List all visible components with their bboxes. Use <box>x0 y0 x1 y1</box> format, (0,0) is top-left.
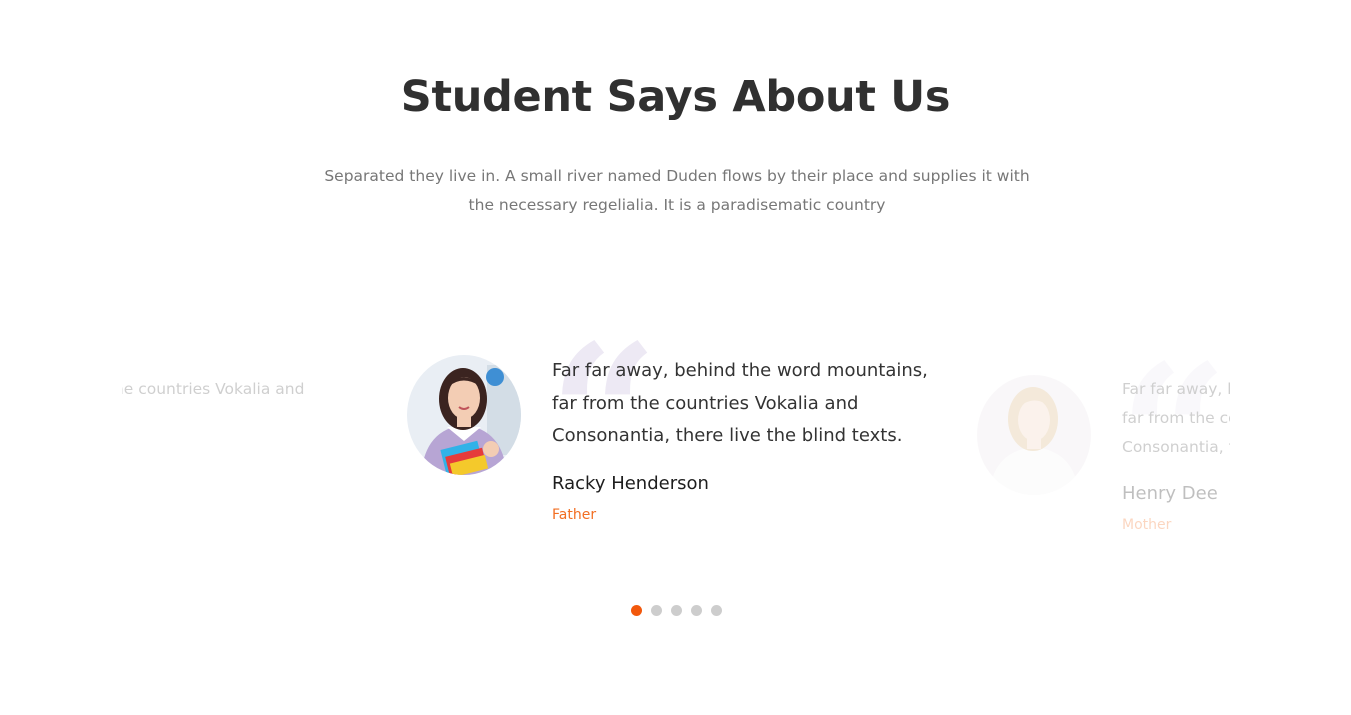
parent-avatar <box>977 375 1091 495</box>
testimonial-slide-active[interactable]: “ Far far away, behind the word mountain… <box>402 300 962 560</box>
carousel-dot-3[interactable] <box>671 605 682 616</box>
testimonial-author-role: Mother <box>1122 517 1172 533</box>
testimonial-carousel[interactable]: Far far away, behind the word mountains,… <box>122 300 1230 560</box>
carousel-dot-4[interactable] <box>691 605 702 616</box>
carousel-pagination <box>631 605 722 616</box>
carousel-dot-5[interactable] <box>711 605 722 616</box>
testimonial-slide-next[interactable]: “ Far far away, behind the word mountain… <box>972 300 1230 560</box>
carousel-dot-1[interactable] <box>631 605 642 616</box>
carousel-dot-2[interactable] <box>651 605 662 616</box>
testimonial-author-role: Father <box>552 507 597 523</box>
testimonial-author-name: Racky Henderson <box>552 473 709 494</box>
testimonial-quote: Far far away, behind the word mountains,… <box>1122 380 1230 456</box>
testimonial-author-name: Henry Dee <box>1122 483 1218 504</box>
testimonial-quote: Far far away, behind the word mountains,… <box>122 380 305 398</box>
testimonial-quote: Far far away, behind the word mountains,… <box>552 360 928 446</box>
testimonial-slide-previous[interactable]: Far far away, behind the word mountains,… <box>122 300 342 560</box>
student-avatar <box>407 355 521 475</box>
section-subtitle: Separated they live in. A small river na… <box>324 167 1030 214</box>
section-title: Student Says About Us <box>400 72 951 122</box>
